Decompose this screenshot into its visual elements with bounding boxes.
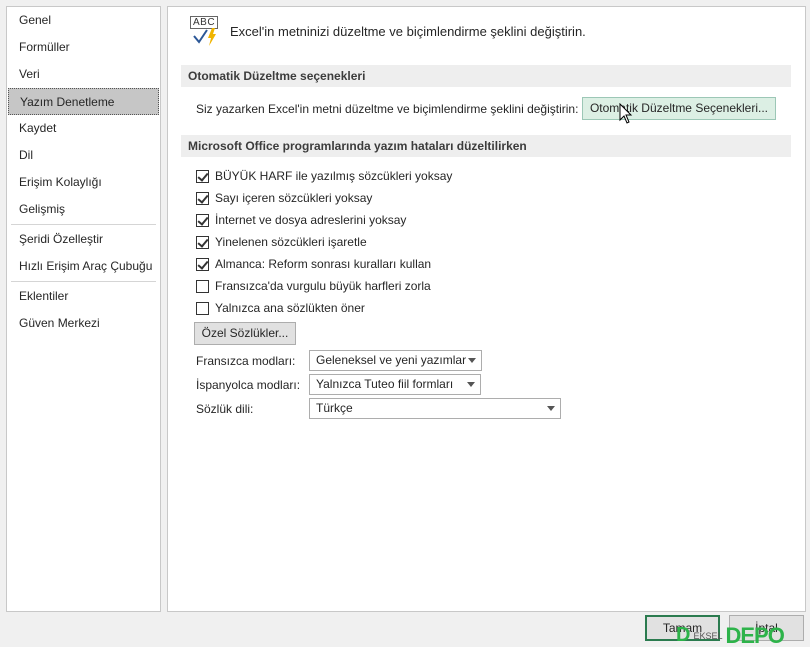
- option-ignore-internet[interactable]: İnternet ve dosya adreslerini yoksay: [196, 211, 406, 229]
- sidebar-item-veri[interactable]: Veri: [7, 61, 160, 88]
- sidebar-item-kaydet[interactable]: Kaydet: [7, 115, 160, 142]
- dictionary-language-label: Sözlük dili:: [196, 402, 254, 416]
- chevron-down-icon: [547, 406, 555, 411]
- option-french-accented[interactable]: Fransızca'da vurgulu büyük harfleri zorl…: [196, 277, 431, 295]
- panel-header: ABC Excel'in metninizi düzeltme ve biçim…: [188, 15, 586, 47]
- autocorrect-options-button[interactable]: Otomatik Düzeltme Seçenekleri...: [582, 97, 776, 120]
- check-mark-icon: [193, 28, 216, 46]
- spanish-modes-select[interactable]: Yalnızca Tuteo fiil formları: [309, 374, 481, 395]
- option-ignore-numbers[interactable]: Sayı içeren sözcükleri yoksay: [196, 189, 372, 207]
- sidebar-item-erisim-kolayligi[interactable]: Erişim Kolaylığı: [7, 169, 160, 196]
- sidebar-divider: [11, 224, 156, 225]
- watermark-logo: D EKSEL DEPO: [676, 622, 785, 647]
- checkbox[interactable]: [196, 235, 209, 249]
- dictionary-language-select[interactable]: Türkçe: [309, 398, 561, 419]
- sidebar-item-hizli-erisim[interactable]: Hızlı Erişim Araç Çubuğu: [7, 253, 160, 280]
- sidebar-item-eklentiler[interactable]: Eklentiler: [7, 283, 160, 310]
- option-german-reform[interactable]: Almanca: Reform sonrası kuralları kullan: [196, 255, 431, 273]
- checkbox[interactable]: [196, 257, 209, 271]
- sidebar-divider: [11, 281, 156, 282]
- panel-description: Excel'in metninizi düzeltme ve biçimlend…: [230, 23, 586, 39]
- spelling-section-title: Microsoft Office programlarında yazım ha…: [181, 135, 791, 157]
- sidebar-item-formuller[interactable]: Formüller: [7, 34, 160, 61]
- options-panel: ABC Excel'in metninizi düzeltme ve biçim…: [167, 6, 806, 612]
- mouse-cursor-icon: [619, 103, 633, 124]
- autocorrect-description: Siz yazarken Excel'in metni düzeltme ve …: [196, 102, 579, 116]
- option-main-dict-only[interactable]: Yalnızca ana sözlükten öner: [196, 299, 365, 317]
- sidebar-item-seridi-ozellestir[interactable]: Şeridi Özelleştir: [7, 226, 160, 253]
- chevron-down-icon: [467, 382, 475, 387]
- sidebar-nav: Genel Formüller Veri Yazım Denetleme Kay…: [6, 6, 161, 612]
- sidebar-item-dil[interactable]: Dil: [7, 142, 160, 169]
- checkbox[interactable]: [196, 301, 209, 315]
- sidebar-item-genel[interactable]: Genel: [7, 7, 160, 34]
- watermark-mark-icon: D: [676, 624, 691, 646]
- checkbox[interactable]: [196, 191, 209, 205]
- option-flag-repeated[interactable]: Yinelenen sözcükleri işaretle: [196, 233, 367, 251]
- autocorrect-section-title: Otomatik Düzeltme seçenekleri: [181, 65, 791, 87]
- abc-check-icon: ABC: [188, 16, 220, 46]
- chevron-down-icon: [468, 358, 476, 363]
- french-modes-label: Fransızca modları:: [196, 354, 296, 368]
- checkbox[interactable]: [196, 213, 209, 227]
- french-modes-select[interactable]: Geleneksel ve yeni yazımlar: [309, 350, 482, 371]
- sidebar-item-guven-merkezi[interactable]: Güven Merkezi: [7, 310, 160, 337]
- spanish-modes-label: İspanyolca modları:: [196, 378, 301, 392]
- custom-dictionaries-button[interactable]: Özel Sözlükler...: [194, 322, 296, 345]
- sidebar-item-yazim-denetleme[interactable]: Yazım Denetleme: [8, 88, 159, 115]
- sidebar-item-gelismis[interactable]: Gelişmiş: [7, 196, 160, 223]
- option-ignore-uppercase[interactable]: BÜYÜK HARF ile yazılmış sözcükleri yoksa…: [196, 167, 452, 185]
- checkbox[interactable]: [196, 169, 209, 183]
- checkbox[interactable]: [196, 279, 209, 293]
